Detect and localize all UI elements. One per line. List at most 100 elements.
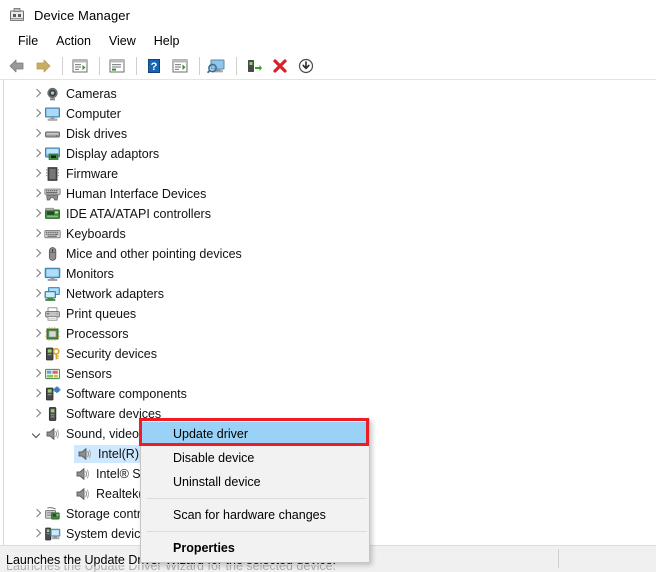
tree-item[interactable]: Software components bbox=[0, 384, 656, 404]
chevron-right-icon[interactable] bbox=[28, 404, 44, 424]
tree-item-content: Keyboards bbox=[44, 226, 126, 242]
sensor-icon bbox=[44, 366, 61, 382]
tree-item-content: Sensors bbox=[44, 366, 112, 382]
chevron-right-icon[interactable] bbox=[28, 284, 44, 304]
enable-device-icon[interactable] bbox=[242, 55, 266, 77]
context-menu-separator bbox=[147, 498, 367, 499]
scan-for-hardware-changes-icon[interactable] bbox=[205, 55, 229, 77]
tree-item-label: Human Interface Devices bbox=[66, 187, 207, 201]
tree-item[interactable]: Processors bbox=[0, 324, 656, 344]
speaker-icon bbox=[44, 426, 61, 442]
toolbar-separator bbox=[62, 57, 63, 75]
printer-icon bbox=[44, 306, 61, 322]
help-icon[interactable]: ? bbox=[142, 55, 166, 77]
tree-item-content: Security devices bbox=[44, 346, 157, 362]
chevron-right-icon[interactable] bbox=[28, 144, 44, 164]
tree-item-label: Firmware bbox=[66, 167, 119, 181]
uninstall-device-icon[interactable] bbox=[268, 55, 292, 77]
tree-item[interactable]: IDE ATA/ATAPI controllers bbox=[0, 204, 656, 224]
chevron-right-icon[interactable] bbox=[28, 344, 44, 364]
tree-item-content: IDE ATA/ATAPI controllers bbox=[44, 206, 211, 222]
chevron-right-icon[interactable] bbox=[28, 384, 44, 404]
ide-controller-icon bbox=[44, 206, 61, 222]
tree-item[interactable]: Display adaptors bbox=[0, 144, 656, 164]
chevron-right-icon[interactable] bbox=[28, 264, 44, 284]
tree-item[interactable]: Keyboards bbox=[0, 224, 656, 244]
chevron-right-icon[interactable] bbox=[28, 84, 44, 104]
svg-text:?: ? bbox=[151, 61, 158, 73]
chevron-right-icon[interactable] bbox=[28, 224, 44, 244]
camera-icon bbox=[44, 86, 61, 102]
context-menu-item-uninstall-device[interactable]: Uninstall device bbox=[141, 470, 369, 494]
tree-item-label: Monitors bbox=[66, 267, 114, 281]
display-adapter-icon bbox=[44, 146, 61, 162]
tree-item[interactable]: Cameras bbox=[0, 84, 656, 104]
context-menu-item-disable-device[interactable]: Disable device bbox=[141, 446, 369, 470]
tree-item[interactable]: Firmware bbox=[0, 164, 656, 184]
menu-file[interactable]: File bbox=[9, 32, 47, 50]
chevron-right-icon[interactable] bbox=[28, 124, 44, 144]
chevron-right-icon[interactable] bbox=[28, 524, 44, 544]
tree-item[interactable]: Mice and other pointing devices bbox=[0, 244, 656, 264]
software-component-icon bbox=[44, 386, 61, 402]
context-menu-item-properties[interactable]: Properties bbox=[141, 536, 369, 560]
tree-item-label: Software components bbox=[66, 387, 187, 401]
tree-item-content: Disk drives bbox=[44, 126, 127, 142]
security-device-icon bbox=[44, 346, 61, 362]
show-hidden-devices-icon[interactable] bbox=[68, 55, 92, 77]
menu-help[interactable]: Help bbox=[145, 32, 189, 50]
chevron-right-icon[interactable] bbox=[28, 304, 44, 324]
device-manager-window: Device Manager File Action View Help ? C… bbox=[0, 0, 656, 572]
tree-item-label: Network adapters bbox=[66, 287, 164, 301]
speaker-icon bbox=[74, 466, 91, 482]
chevron-right-icon[interactable] bbox=[28, 244, 44, 264]
tree-item-label: Sensors bbox=[66, 367, 112, 381]
chevron-right-icon[interactable] bbox=[28, 104, 44, 124]
toolbar-separator bbox=[199, 57, 200, 75]
tree-item-content: Computer bbox=[44, 106, 121, 122]
context-menu-item-update-driver[interactable]: Update driver bbox=[141, 422, 369, 446]
chevron-right-icon[interactable] bbox=[28, 164, 44, 184]
storage-controller-icon bbox=[44, 506, 61, 522]
toolbar-separator bbox=[236, 57, 237, 75]
tree-item[interactable]: Security devices bbox=[0, 344, 656, 364]
monitor-icon bbox=[44, 266, 61, 282]
software-device-icon bbox=[44, 406, 61, 422]
properties-icon[interactable] bbox=[105, 55, 129, 77]
tree-item[interactable]: Monitors bbox=[0, 264, 656, 284]
tree-item-content: System device bbox=[44, 526, 147, 542]
tree-item-content: Cameras bbox=[44, 86, 117, 102]
chevron-right-icon[interactable] bbox=[28, 364, 44, 384]
back-icon[interactable] bbox=[5, 55, 29, 77]
chevron-right-icon[interactable] bbox=[28, 324, 44, 344]
processor-icon bbox=[44, 326, 61, 342]
tree-item[interactable]: Disk drives bbox=[0, 124, 656, 144]
chevron-down-icon[interactable] bbox=[28, 424, 44, 444]
context-menu[interactable]: Update driver Disable device Uninstall d… bbox=[139, 418, 370, 563]
forward-icon[interactable] bbox=[31, 55, 55, 77]
chevron-right-icon[interactable] bbox=[28, 204, 44, 224]
status-bar-clipped-text: Launches the Update Driver Wizard for th… bbox=[6, 565, 337, 572]
menu-action[interactable]: Action bbox=[47, 32, 100, 50]
tree-item[interactable]: Human Interface Devices bbox=[0, 184, 656, 204]
disable-device-icon[interactable] bbox=[294, 55, 318, 77]
device-manager-icon bbox=[8, 6, 26, 24]
tree-item-content: Processors bbox=[44, 326, 129, 342]
tree-item-content: Print queues bbox=[44, 306, 136, 322]
tree-item[interactable]: Sensors bbox=[0, 364, 656, 384]
menu-view[interactable]: View bbox=[100, 32, 145, 50]
tree-item[interactable]: Print queues bbox=[0, 304, 656, 324]
context-menu-item-scan-for-hardware-changes[interactable]: Scan for hardware changes bbox=[141, 503, 369, 527]
tree-item[interactable]: Network adapters bbox=[0, 284, 656, 304]
tree-item-content: Software components bbox=[44, 386, 187, 402]
tree-item-label: Security devices bbox=[66, 347, 158, 361]
firmware-icon bbox=[44, 166, 61, 182]
chevron-right-icon[interactable] bbox=[28, 184, 44, 204]
chevron-right-icon[interactable] bbox=[28, 504, 44, 524]
tree-item-label: Keyboards bbox=[66, 227, 126, 241]
tree-item-label: Print queues bbox=[66, 307, 137, 321]
tree-item[interactable]: Computer bbox=[0, 104, 656, 124]
tree-item-label: Disk drives bbox=[66, 127, 128, 141]
update-driver-icon[interactable] bbox=[168, 55, 192, 77]
